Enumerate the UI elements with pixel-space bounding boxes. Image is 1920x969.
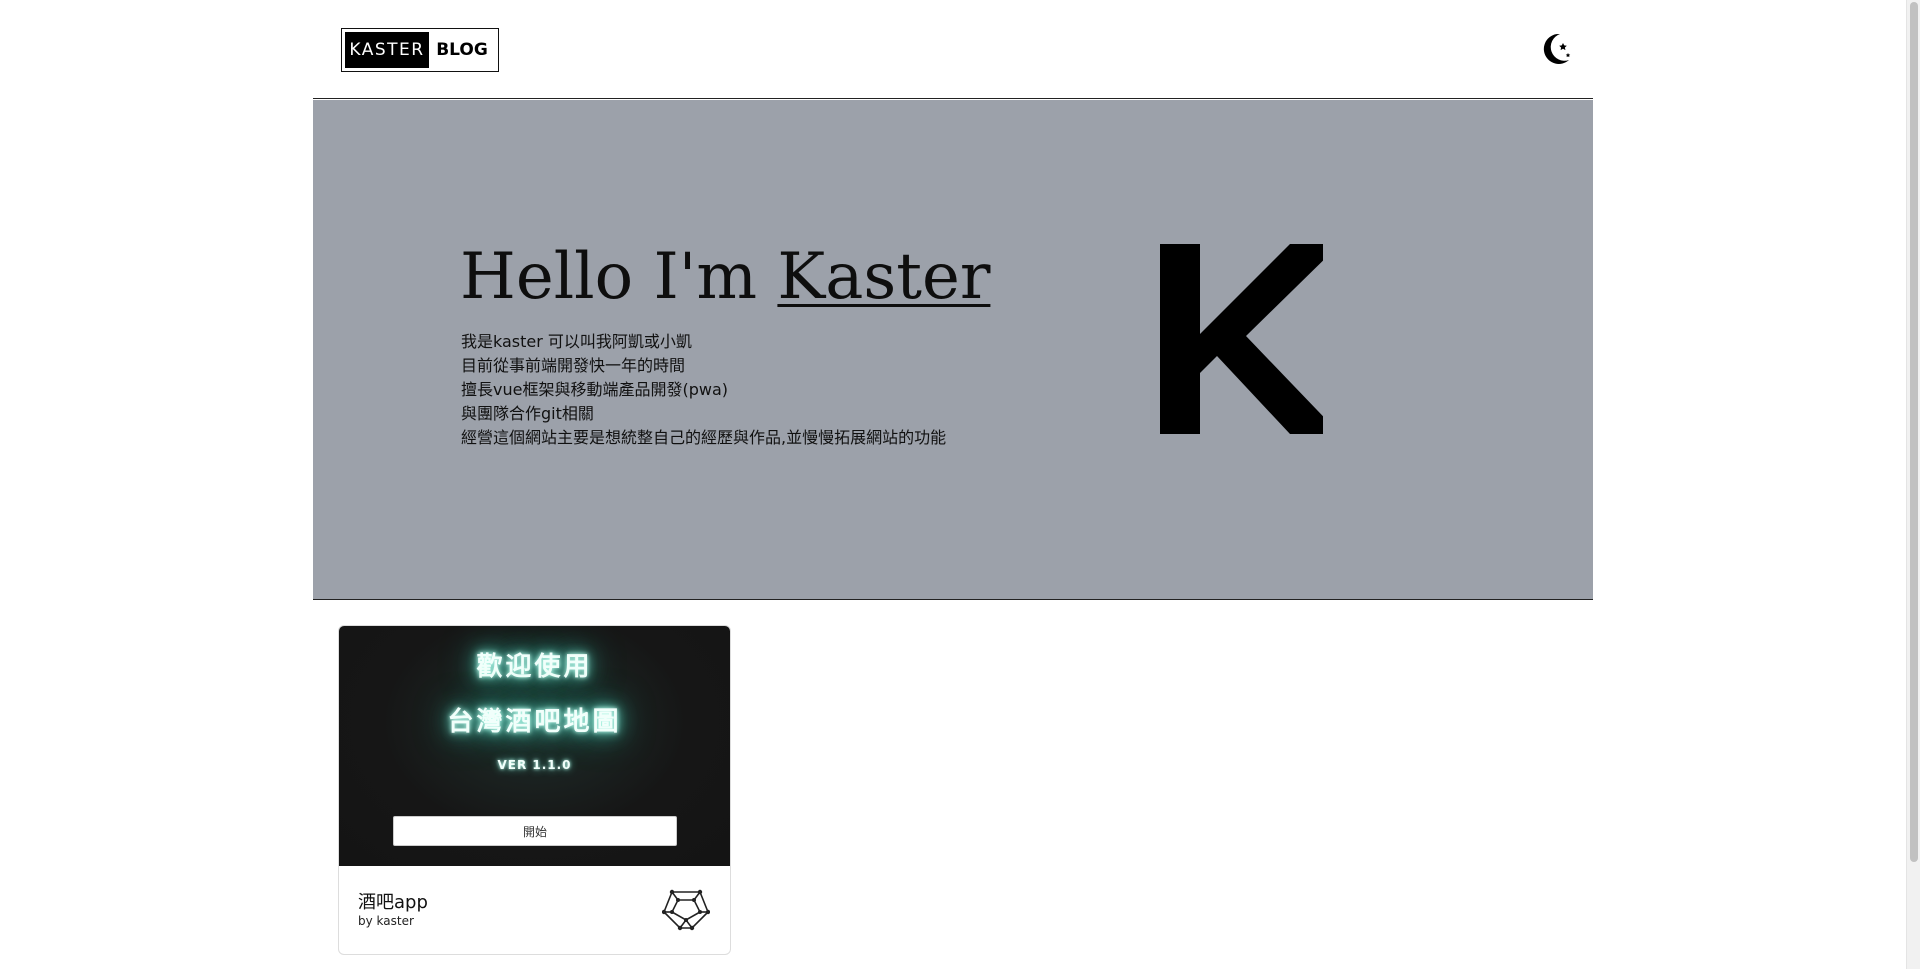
project-preview-image: 歡迎使用 台灣酒吧地圖 VER 1.1.0 開始: [339, 626, 730, 866]
page: KASTER BLOG Hello I'm Kaster 我是kaster 可以…: [0, 0, 1920, 969]
preview-welcome-text: 歡迎使用: [476, 652, 593, 682]
k-monogram-icon: [1148, 230, 1340, 450]
site-logo[interactable]: KASTER BLOG: [341, 28, 499, 72]
hero-description: 我是kaster 可以叫我阿凱或小凱 目前從事前端開發快一年的時間 擅長vue框…: [461, 330, 946, 450]
hero-description-line: 經營這個網站主要是想統整自己的經歷與作品,並慢慢拓展網站的功能: [461, 428, 947, 447]
logo-text-blog: BLOG: [436, 40, 488, 60]
preview-version: VER 1.1.0: [497, 758, 572, 772]
preview-app-title: 台灣酒吧地圖: [447, 707, 622, 737]
moon-stars-icon[interactable]: [1538, 31, 1574, 67]
hero-description-line: 目前從事前端開發快一年的時間: [461, 356, 686, 375]
hero-description-line: 我是kaster 可以叫我阿凱或小凱: [461, 332, 692, 351]
project-card-footer: 酒吧app by kaster: [339, 866, 730, 954]
page-scrollbar[interactable]: [1906, 0, 1920, 969]
start-button[interactable]: 開始: [393, 816, 677, 846]
hero-greeting: Hello I'm: [460, 240, 778, 314]
site-header: KASTER BLOG: [313, 0, 1593, 99]
hero-description-line: 擅長vue框架與移動端產品開發(pwa): [461, 380, 728, 399]
hero-section: Hello I'm Kaster 我是kaster 可以叫我阿凱或小凱 目前從事…: [313, 100, 1593, 600]
hero-description-line: 與團隊合作git相關: [461, 404, 594, 423]
project-author: by kaster: [358, 914, 414, 928]
scrollbar-thumb[interactable]: [1910, 2, 1918, 862]
project-title[interactable]: 酒吧app: [358, 888, 428, 914]
hero-name-link[interactable]: Kaster: [777, 240, 990, 314]
logo-text-kaster: KASTER: [345, 32, 429, 68]
network-polyhedron-icon: [661, 888, 711, 932]
hero-title: Hello I'm Kaster: [460, 240, 990, 314]
project-card[interactable]: 歡迎使用 台灣酒吧地圖 VER 1.1.0 開始 酒吧app by kaster: [338, 625, 731, 955]
